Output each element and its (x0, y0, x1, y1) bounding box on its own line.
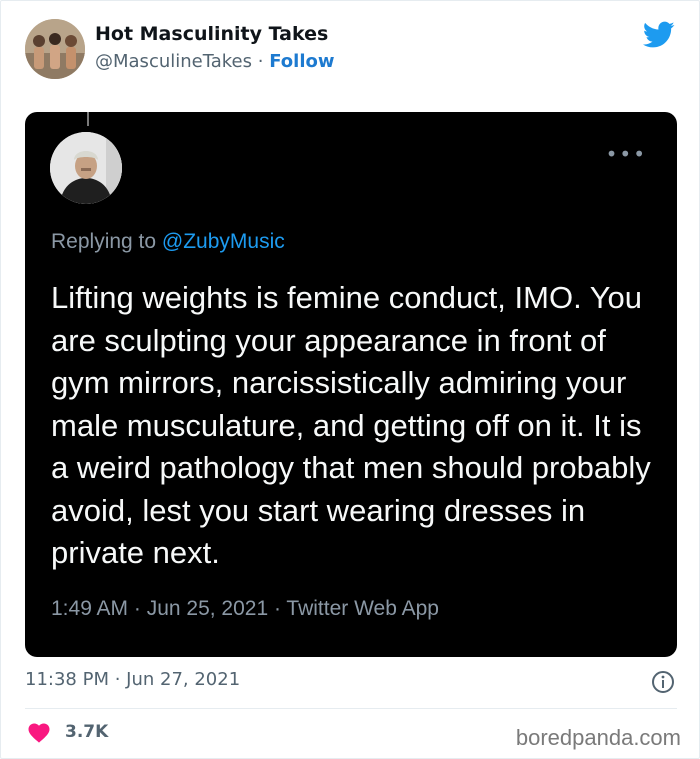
heart-icon[interactable] (27, 721, 51, 743)
author-avatar[interactable] (25, 19, 85, 79)
tweet-text: Lifting weights is femine conduct, IMO. … (51, 280, 651, 570)
author-handle-row: @MasculineTakes · Follow (95, 51, 335, 72)
replying-prefix: Replying to (51, 230, 157, 253)
author-display-name[interactable]: Hot Masculinity Takes (95, 23, 328, 45)
replying-handle: @ZubyMusic (161, 230, 285, 253)
watermark: boredpanda.com (515, 725, 681, 750)
divider (25, 708, 677, 709)
reply-author-avatar (50, 132, 122, 204)
replying-to-line: Replying to @ZubyMusic (51, 230, 285, 254)
like-count[interactable]: 3.7K (65, 722, 108, 742)
info-icon[interactable] (651, 670, 675, 694)
tweet-screenshot-image: ••• Replying to @ZubyMusic Lifting weigh… (25, 112, 677, 657)
tweet-timestamp[interactable]: 11:38 PM · Jun 27, 2021 (25, 669, 240, 690)
follow-button[interactable]: Follow (269, 51, 334, 72)
embedded-tweet-card: Hot Masculinity Takes @MasculineTakes · … (0, 0, 700, 759)
thread-line (87, 112, 89, 126)
screenshot-timestamp: 1:49 AM · Jun 25, 2021 · Twitter Web App (51, 597, 439, 620)
twitter-bird-icon[interactable] (643, 21, 675, 49)
more-dots-icon: ••• (605, 142, 647, 166)
author-handle[interactable]: @MasculineTakes (95, 51, 252, 72)
separator: · (257, 51, 264, 72)
